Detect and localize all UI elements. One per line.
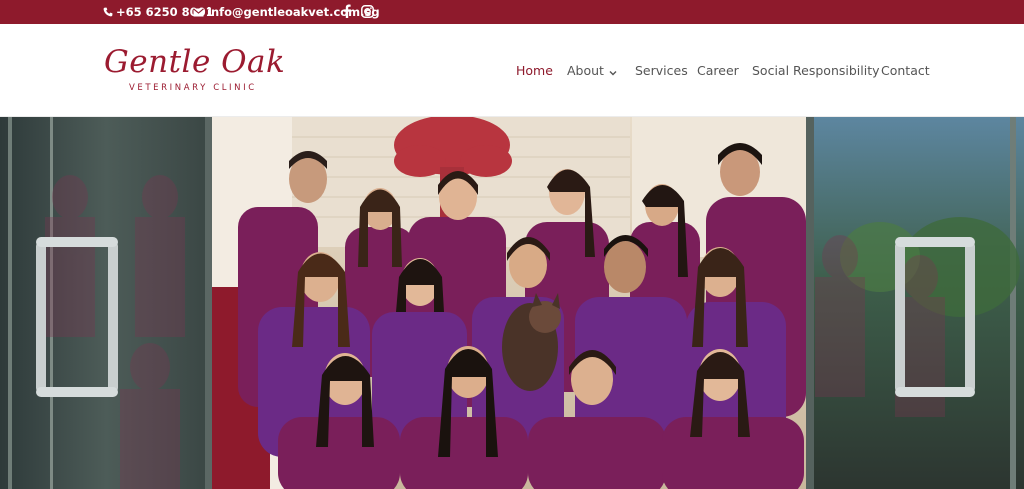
instagram-icon[interactable] [359, 3, 375, 19]
nav-about[interactable]: About [567, 62, 617, 81]
nav-services[interactable]: Services [635, 62, 688, 80]
nav-contact[interactable]: Contact [881, 62, 930, 80]
hero-team-photo [0, 117, 1024, 489]
chevron-down-icon [609, 63, 617, 81]
top-bar: +65 6250 8001 info@gentleoakvet.com.sg [0, 0, 1024, 24]
phone-icon [103, 7, 113, 17]
nav-career[interactable]: Career [697, 62, 739, 80]
site-logo[interactable]: Gentle Oak VETERINARY CLINIC [104, 44, 285, 98]
site-header: Gentle Oak VETERINARY CLINIC Home About … [0, 24, 1024, 117]
nav-about-label: About [567, 63, 604, 78]
nav-home[interactable]: Home [516, 62, 553, 80]
logo-script-text: Gentle Oak [104, 44, 286, 80]
envelope-icon [193, 7, 204, 17]
facebook-icon[interactable] [339, 3, 355, 19]
nav-social-responsibility[interactable]: Social Responsibility [752, 62, 880, 80]
logo-subtitle: VETERINARY CLINIC [129, 83, 257, 93]
team-photo-illustration [0, 117, 1024, 489]
